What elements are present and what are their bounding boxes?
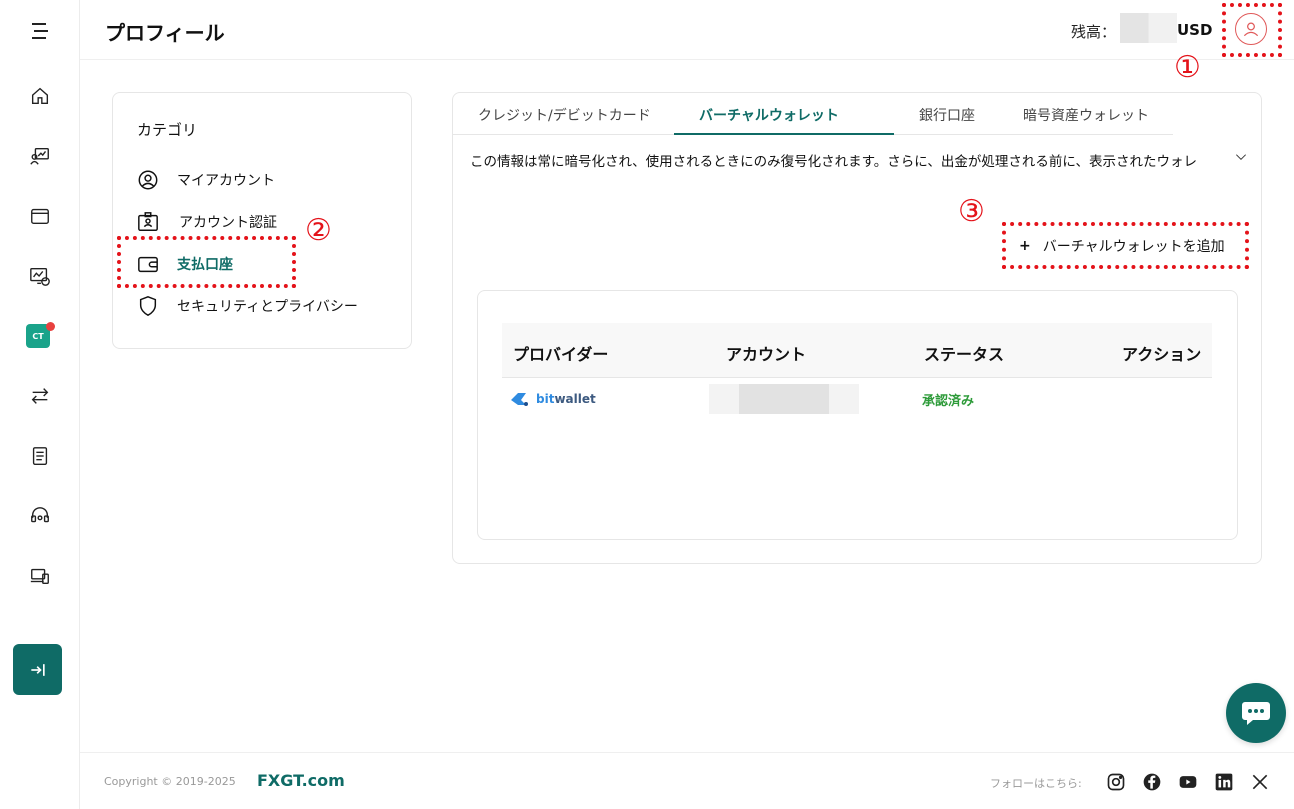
facebook-icon[interactable]	[1141, 771, 1163, 793]
user-circle-icon	[138, 170, 158, 190]
category-item-label: アカウント認証	[179, 215, 277, 231]
chat-button[interactable]	[1226, 683, 1286, 743]
page-title: プロフィール	[105, 21, 225, 45]
support-icon[interactable]	[26, 502, 54, 530]
x-icon[interactable]	[1249, 771, 1271, 793]
youtube-icon[interactable]	[1177, 771, 1199, 793]
annotation-box-3	[1002, 222, 1249, 269]
payment-method-tabs: クレジット/デビットカード バーチャルウォレット 銀行口座 暗号資産ウォレット	[453, 93, 1173, 135]
follow-label: フォローはこちら:	[990, 777, 1082, 790]
category-card: カテゴリ マイアカウント アカウント認証 支払口座 セキュリティとプライバシー	[112, 92, 412, 349]
instagram-icon[interactable]	[1105, 771, 1127, 793]
home-icon[interactable]	[26, 82, 54, 110]
menu-icon[interactable]	[26, 17, 54, 45]
category-item-my-account[interactable]: マイアカウント	[137, 168, 275, 192]
tab-crypto-wallet[interactable]: 暗号資産ウォレット	[1023, 105, 1149, 125]
sidebar: CT	[0, 0, 80, 809]
category-item-verification[interactable]: アカウント認証	[137, 210, 277, 234]
accounts-icon[interactable]	[26, 142, 54, 170]
provider-bitwallet: bitwallet	[510, 391, 596, 407]
document-icon[interactable]	[26, 442, 54, 470]
balance-label: 残高：	[1071, 23, 1117, 41]
annotation-number-3: ③	[958, 194, 985, 229]
collapse-button[interactable]	[13, 644, 62, 695]
balance-value-redacted	[1120, 13, 1177, 43]
notification-dot	[46, 322, 55, 331]
brand-link[interactable]: FXGT.com	[257, 771, 345, 790]
shield-icon	[139, 296, 157, 316]
balance-currency: USD	[1177, 21, 1213, 39]
status-badge: 承認済み	[922, 394, 975, 409]
category-title: カテゴリ	[137, 121, 198, 139]
annotation-number-1: ①	[1174, 50, 1201, 85]
account-value-redacted	[709, 384, 859, 414]
chevron-down-icon[interactable]	[1234, 149, 1248, 168]
category-item-label: セキュリティとプライバシー	[177, 299, 358, 315]
footer: Copyright © 2019-2025 FXGT.com フォローはこちら:	[80, 752, 1294, 809]
collapse-icon	[30, 663, 45, 676]
active-tab-indicator	[674, 133, 894, 135]
column-header-status: ステータス	[924, 345, 1005, 364]
bitwallet-logo-icon	[511, 393, 528, 406]
tab-credit-debit-card[interactable]: クレジット/デビットカード	[478, 105, 651, 125]
copyright: Copyright © 2019-2025	[104, 775, 236, 788]
category-item-label: マイアカウント	[177, 173, 275, 189]
platform-icon[interactable]	[26, 562, 54, 590]
category-item-security[interactable]: セキュリティとプライバシー	[137, 294, 358, 318]
column-header-provider: プロバイダー	[513, 345, 609, 364]
tab-bank-account[interactable]: 銀行口座	[919, 105, 975, 125]
annotation-box-2	[117, 236, 296, 288]
wallet-table: プロバイダー アカウント ステータス アクション bitwallet 承認済み	[477, 290, 1238, 540]
payment-accounts-card: クレジット/デビットカード バーチャルウォレット 銀行口座 暗号資産ウォレット …	[452, 92, 1262, 564]
chat-icon	[1242, 702, 1270, 725]
column-header-action: アクション	[1122, 345, 1202, 364]
annotation-number-2: ②	[305, 213, 332, 248]
column-header-account: アカウント	[726, 345, 807, 364]
linkedin-icon[interactable]	[1213, 771, 1235, 793]
table-header: プロバイダー アカウント ステータス アクション	[502, 323, 1212, 378]
trading-icon[interactable]	[26, 262, 54, 290]
encryption-notice: この情報は常に暗号化され、使用されるときにのみ復号化されます。さらに、出金が処理…	[470, 154, 1197, 170]
tab-virtual-wallet[interactable]: バーチャルウォレット	[699, 105, 839, 125]
header: プロフィール 残高： USD	[80, 0, 1294, 60]
id-card-icon	[138, 212, 158, 231]
annotation-box-1	[1222, 3, 1282, 57]
wallet-icon[interactable]	[26, 202, 54, 230]
transfer-icon[interactable]	[26, 382, 54, 410]
